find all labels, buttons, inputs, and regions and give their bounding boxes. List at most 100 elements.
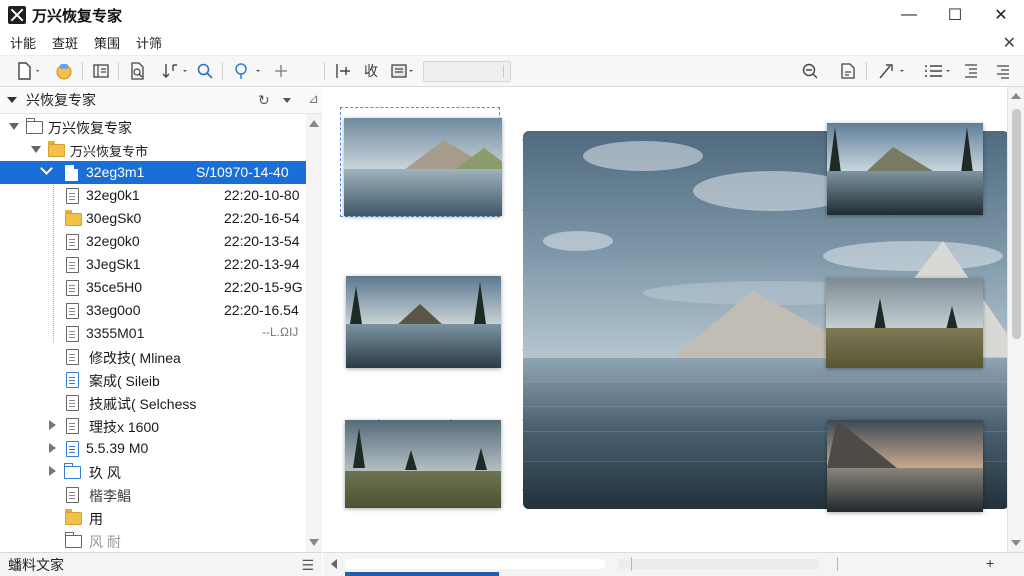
menu-item-1[interactable]: 计能 bbox=[10, 33, 36, 52]
menu-item-4[interactable]: 计筛 bbox=[136, 33, 162, 52]
tree-row[interactable]: 用 bbox=[0, 506, 306, 529]
tree-row[interactable]: 技戚试( Selchess bbox=[0, 391, 306, 414]
document-icon bbox=[66, 441, 79, 457]
file-name: 用 bbox=[89, 511, 103, 527]
file-name: 案成( Sileib bbox=[89, 373, 160, 389]
tree-row[interactable]: 35ce5H0 22:20-15-9G bbox=[0, 276, 306, 299]
document-icon bbox=[66, 418, 79, 434]
file-name: 理技x 1600 bbox=[89, 419, 160, 435]
tree-row[interactable]: 5.5.39 M0 bbox=[0, 437, 306, 460]
chevron-right-icon[interactable] bbox=[49, 420, 56, 430]
photo-thumbnail-3[interactable] bbox=[345, 420, 501, 508]
scroll-left-icon[interactable] bbox=[331, 559, 337, 569]
tree-row[interactable]: 3355M01 --L.ΩIJ bbox=[0, 322, 306, 345]
file-date: 22:20-15-9G bbox=[224, 279, 303, 295]
tree-row[interactable]: 案成( Sileib bbox=[0, 368, 306, 391]
sort-icon[interactable] bbox=[158, 60, 192, 82]
new-file-icon[interactable] bbox=[14, 60, 44, 82]
zoom-combo[interactable] bbox=[423, 61, 511, 82]
document-icon bbox=[66, 349, 79, 365]
menu-item-3[interactable]: 策围 bbox=[94, 33, 120, 52]
document-icon bbox=[66, 188, 79, 204]
toolbar-separator bbox=[866, 62, 867, 80]
search-icon[interactable] bbox=[194, 60, 216, 82]
scrollbar-thumb[interactable] bbox=[1012, 109, 1021, 339]
page-search-icon[interactable] bbox=[126, 60, 150, 82]
zoom-fit-icon[interactable] bbox=[798, 60, 822, 82]
hand-icon[interactable] bbox=[52, 60, 76, 82]
tree-row[interactable]: 32eg0k1 22:20-10-80 bbox=[0, 184, 306, 207]
tree-row[interactable]: 风 耐 bbox=[0, 529, 306, 552]
file-name: 35ce5H0 bbox=[86, 279, 143, 295]
toolbar-separator bbox=[324, 62, 325, 80]
minimize-button[interactable]: — bbox=[886, 0, 932, 30]
panel-title: 兴恢复专家 bbox=[26, 92, 96, 108]
status-menu-icon[interactable]: ☰ bbox=[301, 557, 314, 574]
photo-thumbnail-2[interactable] bbox=[346, 276, 501, 368]
pin-icon[interactable] bbox=[228, 60, 264, 82]
panel-menu-icon[interactable] bbox=[283, 98, 291, 103]
chevron-right-icon[interactable] bbox=[49, 443, 56, 453]
magic-icon[interactable] bbox=[874, 60, 910, 82]
photo-thumbnail-5[interactable] bbox=[826, 278, 983, 368]
file-date: 22:20-16.54 bbox=[224, 302, 299, 318]
scroll-track[interactable] bbox=[345, 559, 605, 569]
chevron-down-icon[interactable] bbox=[31, 146, 41, 153]
toolbar-separator bbox=[118, 62, 119, 80]
chevron-right-icon[interactable] bbox=[49, 466, 56, 476]
document-icon bbox=[66, 280, 79, 296]
chevron-down-icon[interactable] bbox=[9, 123, 19, 130]
refresh-icon[interactable]: ↻ bbox=[258, 92, 270, 109]
scroll-down-icon[interactable] bbox=[1011, 540, 1021, 546]
maximize-button[interactable]: ☐ bbox=[932, 0, 978, 30]
file-name: 楷李鯧 bbox=[89, 488, 131, 504]
tree-folder[interactable]: 万兴恢复专市 bbox=[0, 138, 306, 161]
tree-row[interactable]: 32eg0k0 22:20-13-54 bbox=[0, 230, 306, 253]
image-canvas[interactable] bbox=[323, 87, 1007, 552]
pin-panel-icon[interactable]: ⊿ bbox=[308, 91, 319, 107]
tree-root[interactable]: 万兴恢复专家 bbox=[0, 115, 306, 138]
chevron-down-icon[interactable] bbox=[7, 97, 17, 103]
collect-label[interactable]: 收 bbox=[360, 60, 382, 82]
check-icon[interactable] bbox=[41, 164, 53, 176]
folder-tree-panel: 兴恢复专家 ↻ ⊿ 万兴恢复专家 万兴恢复专市 32eg3m1 S/10970-… bbox=[0, 87, 322, 552]
photo-thumbnail-6[interactable] bbox=[827, 420, 983, 512]
tree-row[interactable]: 30egSk0 22:20-16-54 bbox=[0, 207, 306, 230]
tree-row[interactable]: 玖 风 bbox=[0, 460, 306, 483]
canvas-vertical-scrollbar[interactable] bbox=[1007, 87, 1024, 552]
split-icon[interactable] bbox=[332, 60, 354, 82]
export-icon[interactable] bbox=[836, 60, 860, 82]
folder-icon bbox=[25, 118, 43, 134]
add-icon[interactable]: + bbox=[986, 555, 994, 571]
scroll-down-icon[interactable] bbox=[309, 539, 319, 546]
menu-close-button[interactable]: ✕ bbox=[1003, 33, 1016, 53]
tree-row[interactable]: 修改技( Mlinea bbox=[0, 345, 306, 368]
canvas-horizontal-scrollbar[interactable]: + bbox=[323, 552, 1024, 576]
panel-icon[interactable] bbox=[90, 60, 112, 82]
tree-row[interactable]: 楷李鯧 bbox=[0, 483, 306, 506]
photo-thumbnail-1[interactable] bbox=[344, 118, 502, 216]
menu-item-2[interactable]: 查斑 bbox=[52, 33, 78, 52]
add-icon[interactable] bbox=[270, 60, 292, 82]
file-name: 3JegSk1 bbox=[86, 256, 141, 272]
tree-scrollbar[interactable] bbox=[306, 114, 322, 552]
toolbar: 收 bbox=[0, 56, 1024, 87]
tree-row[interactable]: 理技x 1600 bbox=[0, 414, 306, 437]
photo-thumbnail-4[interactable] bbox=[827, 123, 983, 215]
ruler-mark bbox=[837, 557, 838, 571]
indent-icon[interactable] bbox=[960, 60, 982, 82]
scrollbar-thumb[interactable] bbox=[345, 572, 499, 576]
scroll-up-icon[interactable] bbox=[1011, 93, 1021, 99]
menu-lines-icon[interactable] bbox=[992, 60, 1014, 82]
file-date: 22:20-16-54 bbox=[224, 210, 300, 226]
list-icon[interactable] bbox=[920, 60, 956, 82]
tree-row-selected[interactable]: 32eg3m1 S/10970-14-40 bbox=[0, 161, 306, 184]
scroll-up-icon[interactable] bbox=[309, 120, 319, 127]
close-button[interactable]: ✕ bbox=[978, 0, 1024, 30]
tree-row[interactable]: 33eg0o0 22:20-16.54 bbox=[0, 299, 306, 322]
folder-icon bbox=[65, 210, 82, 226]
view-icon[interactable] bbox=[388, 60, 418, 82]
document-icon bbox=[66, 487, 79, 503]
ruler-mark bbox=[631, 557, 632, 571]
tree-row[interactable]: 3JegSk1 22:20-13-94 bbox=[0, 253, 306, 276]
